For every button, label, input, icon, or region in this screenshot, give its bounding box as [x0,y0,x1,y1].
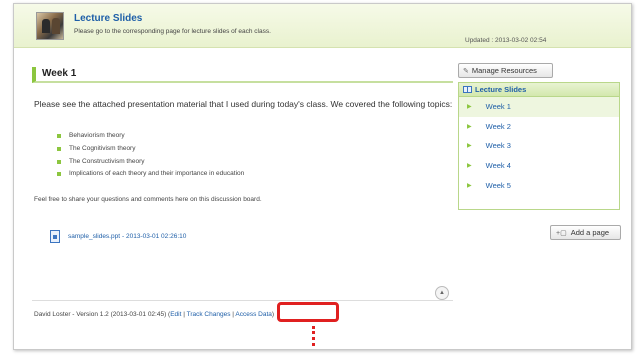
attachment-link[interactable]: sample_slides.ppt [68,233,120,240]
scroll-top-button[interactable]: ▲ [435,286,449,300]
page-header: Lecture Slides Please go to the correspo… [14,4,631,48]
highlight-box [277,302,339,322]
sidebar-item-label: Week 5 [485,180,511,190]
lecture-slides-panel: Lecture Slides ▶ Week 1 ▶ Week 2 ▶ Week 3 ▶… [458,82,620,210]
bullet-icon [57,147,61,152]
intro-text: Please see the attached presentation mat… [34,99,453,109]
manage-resources-label: Manage Resources [471,66,537,75]
topic-label: Implications of each theory and their im… [69,170,245,178]
sidebar-item-label: Week 4 [485,161,511,171]
add-page-icon: +▢ [556,229,567,237]
attachment: sample_slides.ppt - 2013-03-01 02:26:10 [50,230,186,243]
manage-resources-button[interactable]: ✎ Manage Resources [458,63,553,78]
arrow-right-icon: ▶ [467,163,472,170]
arrow-right-icon: ▶ [467,143,472,150]
attachment-timestamp: - 2013-03-01 02:26:10 [122,233,187,240]
arrow-right-icon: ▶ [467,123,472,130]
topic-label: The Cognitivism theory [69,145,136,153]
week-heading: Week 1 [32,67,453,83]
book-icon [463,86,472,93]
app-frame: Lecture Slides Please go to the correspo… [13,3,632,350]
callout-dotted-line [312,326,315,349]
bullet-icon [57,134,61,139]
page-thumbnail-image [36,12,64,40]
week-list: ▶ Week 1 ▶ Week 2 ▶ Week 3 ▶ Week 4 ▶ Week 5 [459,97,619,195]
topic-list: Behaviorism theory The Cognitivism theor… [57,130,244,181]
access-data-link[interactable]: Access Data [235,311,272,318]
panel-heading-label: Lecture Slides [475,85,527,94]
add-page-button[interactable]: +▢ Add a page [550,225,621,240]
wrench-icon: ✎ [463,67,469,75]
list-item: Behaviorism theory [57,130,244,143]
close-paren: ) [271,311,275,318]
sidebar-item-week-1[interactable]: ▶ Week 1 [459,97,619,117]
panel-heading: Lecture Slides [459,83,619,97]
updated-timestamp: Updated : 2013-03-02 02:54 [465,37,547,44]
file-icon [50,230,60,243]
topic-label: The Constructivism theory [69,157,145,165]
sidebar-item-week-2[interactable]: ▶ Week 2 [459,117,619,137]
closing-text: Feel free to share your questions and co… [34,196,262,203]
bullet-icon [57,159,61,164]
list-item: Implications of each theory and their im… [57,168,244,181]
sidebar-item-week-3[interactable]: ▶ Week 3 [459,136,619,156]
list-item: The Constructivism theory [57,155,244,168]
track-changes-link[interactable]: Track Changes [187,311,231,318]
sidebar-item-week-5[interactable]: ▶ Week 5 [459,175,619,195]
version-footer: David Loster - Version 1.2 (2013-03-01 0… [34,311,274,318]
page-subtitle: Please go to the corresponding page for … [74,28,271,35]
sidebar-item-week-4[interactable]: ▶ Week 4 [459,156,619,176]
list-item: The Cognitivism theory [57,143,244,156]
sidebar-item-label: Week 3 [485,141,511,151]
topic-label: Behaviorism theory [69,132,125,140]
add-page-label: Add a page [570,228,610,237]
page-title: Lecture Slides [74,13,143,24]
sidebar-item-label: Week 1 [485,102,511,112]
bullet-icon [57,172,61,177]
arrow-right-icon: ▶ [467,182,472,189]
sidebar-item-label: Week 2 [485,121,511,131]
edit-link[interactable]: Edit [170,311,181,318]
arrow-right-icon: ▶ [467,104,472,111]
divider [32,300,453,301]
version-meta: David Loster - Version 1.2 (2013-03-01 0… [34,311,171,318]
